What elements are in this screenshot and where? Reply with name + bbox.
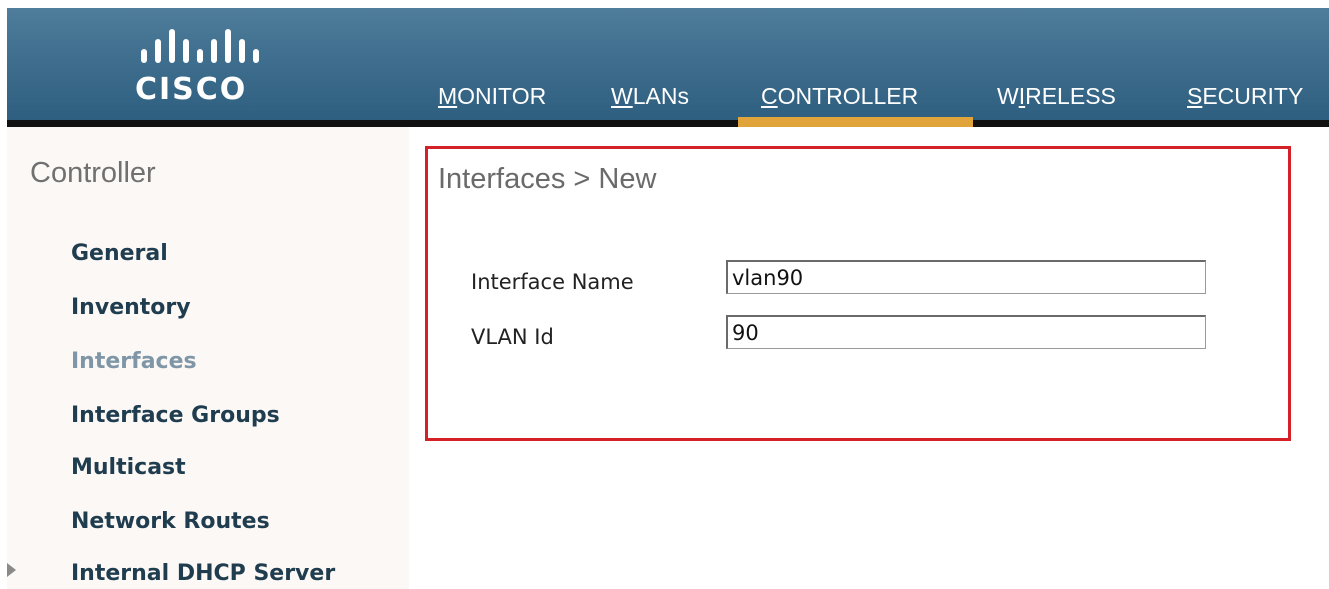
nav-wireless-prefix: W — [997, 83, 1019, 109]
interface-name-label: Interface Name — [471, 270, 634, 294]
sidebar-item-interface-groups[interactable]: Interface Groups — [71, 403, 280, 428]
page: CISCO MONITOR WLANs CONTROLLER WIRELESS … — [0, 0, 1329, 589]
vlan-id-input[interactable] — [726, 315, 1206, 349]
nav-wlans-accesskey: W — [611, 83, 633, 109]
sidebar-title: Controller — [30, 157, 156, 189]
header-divider — [7, 120, 1329, 127]
nav-controller[interactable]: CONTROLLER — [761, 85, 918, 108]
interface-name-input[interactable] — [726, 260, 1206, 294]
sidebar-item-network-routes[interactable]: Network Routes — [71, 509, 270, 534]
cisco-bridge-bars-icon — [141, 29, 259, 63]
sidebar-item-general[interactable]: General — [71, 241, 168, 266]
nav-controller-accesskey: C — [761, 83, 778, 109]
nav-monitor-rest: ONITOR — [457, 83, 547, 109]
cisco-logo-text: CISCO — [135, 72, 248, 107]
nav-wireless-rest: RELESS — [1025, 83, 1116, 109]
nav-monitor-accesskey: M — [438, 83, 458, 109]
nav-monitor[interactable]: MONITOR — [438, 85, 546, 108]
nav-active-indicator — [738, 117, 973, 127]
sidebar-item-inventory[interactable]: Inventory — [71, 295, 191, 320]
nav-wlans-rest: LANs — [632, 83, 689, 109]
nav-controller-rest: ONTROLLER — [777, 83, 919, 109]
sidebar-item-internal-dhcp-server[interactable]: Internal DHCP Server — [71, 561, 335, 586]
header-bar: CISCO MONITOR WLANs CONTROLLER WIRELESS … — [7, 8, 1329, 120]
triangle-right-icon[interactable] — [7, 563, 16, 577]
page-title: Interfaces > New — [438, 163, 657, 195]
vlan-id-label: VLAN Id — [471, 325, 554, 349]
sidebar: Controller General Inventory Interfaces … — [7, 127, 409, 589]
nav-wlans[interactable]: WLANs — [611, 85, 689, 108]
sidebar-item-interfaces[interactable]: Interfaces — [71, 349, 197, 374]
nav-wireless[interactable]: WIRELESS — [997, 85, 1116, 108]
new-interface-panel: Interfaces > New Interface Name VLAN Id — [425, 146, 1291, 441]
nav-security-accesskey: S — [1187, 83, 1203, 109]
cisco-logo: CISCO — [125, 27, 295, 117]
sidebar-item-multicast[interactable]: Multicast — [71, 455, 186, 480]
nav-security-rest: ECURITY — [1202, 83, 1304, 109]
nav-security[interactable]: SECURITY — [1187, 85, 1303, 108]
